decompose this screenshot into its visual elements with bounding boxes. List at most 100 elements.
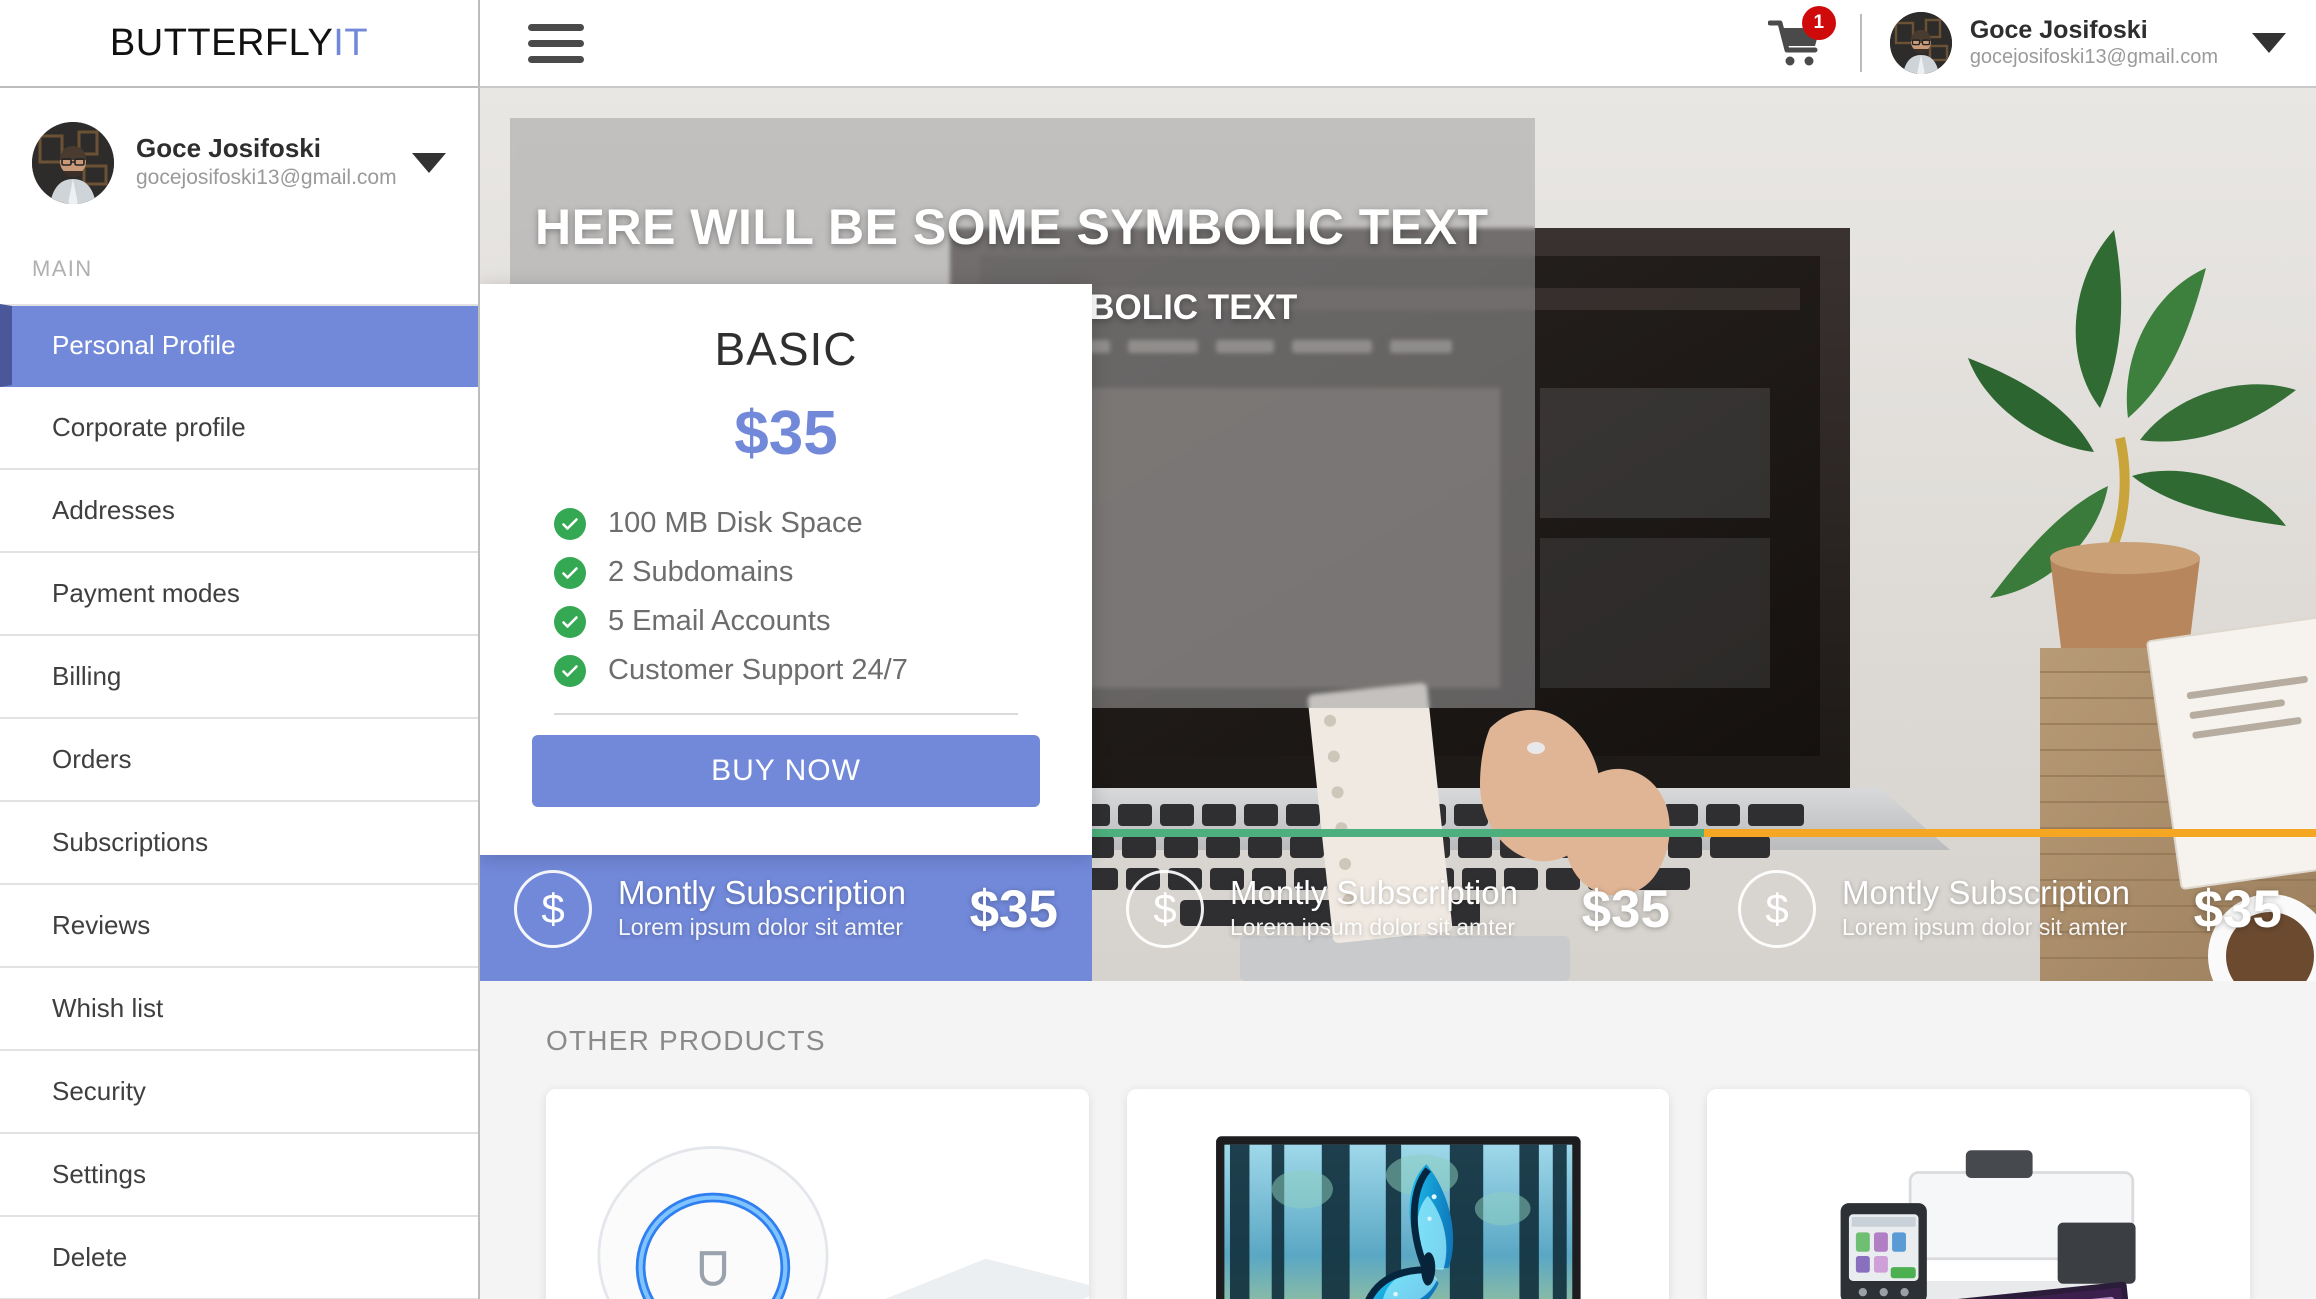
sidebar-item-subscriptions[interactable]: Subscriptions	[0, 802, 478, 885]
subscription-meta: Montly Subscription Lorem ipsum dolor si…	[1842, 875, 2182, 942]
subscription-price: $35	[1581, 879, 1670, 939]
network-access-point-and-switch-image	[546, 1089, 1089, 1299]
cart-button[interactable]: 1	[1767, 6, 1836, 68]
topbar-user-meta: Goce Josifoski gocejosifoski13@gmail.com	[1970, 16, 2218, 70]
main-area: 1 Goce Josifoski gocejosifoski13@gmail.c…	[480, 0, 2316, 1299]
brand-name-primary: BUTTERFLY	[109, 21, 334, 64]
topbar-divider	[1859, 14, 1862, 72]
caret-down-icon[interactable]	[412, 153, 446, 173]
product-card-network-gear[interactable]	[546, 1089, 1089, 1299]
pricing-feature-item: Customer Support 24/7	[554, 654, 1040, 687]
sidebar-item-addresses[interactable]: Addresses	[0, 470, 478, 553]
sidebar-item-label: Settings	[52, 1159, 146, 1189]
sidebar-item-label: Orders	[52, 744, 132, 774]
sidebar-item-payment-modes[interactable]: Payment modes	[0, 553, 478, 636]
subscription-meta: Montly Subscription Lorem ipsum dolor si…	[1230, 875, 1570, 942]
other-products-section: OTHER PRODUCTS	[480, 981, 2316, 1299]
pricing-feature-item: 2 Subdomains	[554, 556, 1040, 589]
check-circle-icon	[554, 507, 586, 540]
check-circle-icon	[554, 556, 586, 589]
app-root: BUTTERFLYIT Goce Josifoski gocejosifoski…	[0, 0, 2316, 1299]
subscription-title: Montly Subscription	[1230, 874, 1518, 912]
sidebar-user-card[interactable]: Goce Josifoski gocejosifoski13@gmail.com	[0, 88, 478, 238]
sidebar-item-label: Delete	[52, 1242, 128, 1272]
sidebar-item-label: Addresses	[52, 495, 175, 525]
content-scroll: HERE WILL BE SOME SYMBOLIC TEXT HERE ALS…	[480, 88, 2316, 1299]
dollar-circle-icon: $	[1126, 870, 1204, 948]
subscription-meta: Montly Subscription Lorem ipsum dolor si…	[618, 875, 958, 942]
dollar-symbol: $	[1765, 885, 1789, 932]
pricing-card-basic: BASIC $35 100 MB Disk Space 2 Subdomains…	[480, 284, 1092, 855]
dollar-circle-icon: $	[1738, 870, 1816, 948]
pricing-plan-price: $35	[734, 399, 838, 468]
product-grid	[546, 1089, 2251, 1299]
subscription-price: $35	[2193, 879, 2282, 939]
sidebar-item-label: Security	[52, 1076, 146, 1106]
pricing-feature-label: Customer Support 24/7	[608, 654, 908, 686]
pricing-feature-label: 100 MB Disk Space	[608, 507, 863, 539]
sidebar-item-delete[interactable]: Delete	[0, 1217, 478, 1299]
sidebar-item-billing[interactable]: Billing	[0, 636, 478, 719]
subscription-card-2[interactable]: $ Montly Subscription Lorem ipsum dolor …	[1092, 829, 1704, 981]
pricing-divider	[554, 713, 1018, 715]
sidebar-item-label: Subscriptions	[52, 827, 209, 857]
pricing-feature-list: 100 MB Disk Space 2 Subdomains 5 Email A…	[532, 507, 1040, 687]
sidebar: BUTTERFLYIT Goce Josifoski gocejosifoski…	[0, 0, 480, 1299]
multifunction-office-printer-image	[1707, 1089, 2251, 1299]
dollar-symbol: $	[541, 885, 565, 932]
hero-banner: HERE WILL BE SOME SYMBOLIC TEXT HERE ALS…	[480, 88, 2316, 981]
buy-now-button[interactable]: BUY NOW	[532, 735, 1040, 807]
dollar-symbol: $	[1153, 885, 1177, 932]
dollar-circle-icon: $	[514, 870, 592, 948]
hero-headline: HERE WILL BE SOME SYMBOLIC TEXT	[535, 199, 1489, 255]
pricing-feature-label: 5 Email Accounts	[608, 605, 831, 637]
subscription-price: $35	[969, 879, 1058, 939]
sidebar-item-label: Whish list	[52, 993, 164, 1023]
caret-down-icon[interactable]	[2252, 33, 2286, 53]
avatar	[1889, 12, 1952, 74]
other-products-title: OTHER PRODUCTS	[546, 1025, 826, 1056]
subscription-card-3[interactable]: $ Montly Subscription Lorem ipsum dolor …	[1704, 829, 2316, 981]
monitor-with-butterfly-wallpaper-image	[1126, 1089, 1670, 1299]
sidebar-user-email: gocejosifoski13@gmail.com	[136, 166, 397, 190]
sidebar-item-label: Corporate profile	[52, 412, 246, 442]
product-card-monitor[interactable]	[1126, 1089, 1670, 1299]
sidebar-item-label: Payment modes	[52, 578, 240, 608]
sidebar-item-corporate-profile[interactable]: Corporate profile	[0, 387, 478, 470]
subscription-subtitle: Lorem ipsum dolor sit amter	[618, 913, 904, 940]
hamburger-bar	[528, 39, 584, 47]
pricing-feature-label: 2 Subdomains	[608, 556, 794, 588]
brand-name-accent: IT	[333, 21, 369, 64]
sidebar-item-orders[interactable]: Orders	[0, 719, 478, 802]
product-card-printer[interactable]	[1707, 1089, 2251, 1299]
sidebar-user-meta: Goce Josifoski gocejosifoski13@gmail.com	[136, 134, 402, 191]
brand-text: BUTTERFLYIT	[110, 22, 368, 65]
subscription-subtitle: Lorem ipsum dolor sit amter	[1230, 913, 1516, 940]
subscription-title: Montly Subscription	[1842, 874, 2130, 912]
pricing-plan-name: BASIC	[714, 323, 858, 375]
cart-count-badge: 1	[1801, 6, 1836, 40]
sidebar-item-whish-list[interactable]: Whish list	[0, 968, 478, 1051]
check-circle-icon	[554, 605, 586, 638]
subscription-title: Montly Subscription	[618, 874, 906, 912]
sidebar-nav: Personal Profile Corporate profile Addre…	[0, 304, 478, 1299]
sidebar-item-personal-profile[interactable]: Personal Profile	[0, 304, 478, 387]
topbar-user-name: Goce Josifoski	[1969, 16, 2148, 45]
nav-section-label: MAIN	[0, 238, 478, 304]
hamburger-bar	[528, 55, 584, 63]
sidebar-user-name: Goce Josifoski	[136, 133, 321, 164]
brand-logo[interactable]: BUTTERFLYIT	[0, 0, 478, 88]
sidebar-item-label: Personal Profile	[52, 330, 236, 360]
pricing-feature-item: 100 MB Disk Space	[554, 507, 1040, 540]
topbar-user-email: gocejosifoski13@gmail.com	[1969, 45, 2218, 68]
sidebar-item-settings[interactable]: Settings	[0, 1134, 478, 1217]
subscription-subtitle: Lorem ipsum dolor sit amter	[1842, 913, 2128, 940]
sidebar-item-security[interactable]: Security	[0, 1051, 478, 1134]
sidebar-item-reviews[interactable]: Reviews	[0, 885, 478, 968]
sidebar-item-label: Reviews	[52, 910, 151, 940]
avatar	[32, 122, 114, 204]
hamburger-icon[interactable]	[528, 15, 584, 72]
hamburger-bar	[528, 23, 584, 31]
pricing-feature-item: 5 Email Accounts	[554, 605, 1040, 638]
topbar-user-menu[interactable]: Goce Josifoski gocejosifoski13@gmail.com	[1889, 12, 2286, 74]
